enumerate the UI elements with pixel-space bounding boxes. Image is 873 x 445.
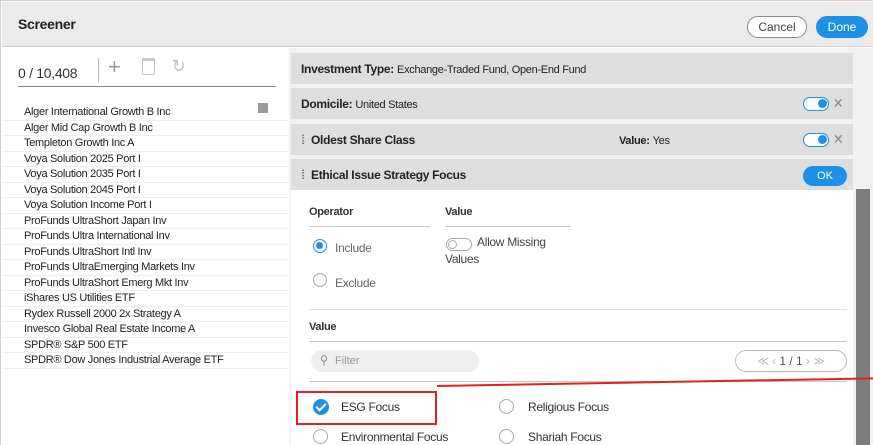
environmental-focus-label[interactable]: Environmental Focus — [341, 430, 448, 444]
oldest-share-class-label: Oldest Share Class — [311, 133, 415, 147]
list-item[interactable]: iShares US Utilities ETF — [2, 291, 288, 307]
list-item[interactable]: SPDR® Dow Jones Industrial Average ETF — [2, 353, 288, 369]
value-underline — [445, 226, 571, 227]
religious-focus-checkbox[interactable] — [499, 399, 514, 414]
close-icon[interactable]: ✕ — [833, 132, 844, 146]
toolbar-underline — [18, 86, 276, 87]
exclude-label[interactable]: Exclude — [335, 276, 376, 290]
result-count: 0 / 10,408 — [18, 65, 78, 81]
trash-icon[interactable] — [142, 58, 155, 75]
operator-underline — [309, 226, 430, 227]
add-icon[interactable]: + — [108, 56, 121, 78]
criterion-investment-type[interactable]: Investment Type: Exchange-Traded Fund, O… — [291, 53, 853, 84]
investment-type-label: Investment Type: — [301, 62, 394, 76]
domicile-label: Domicile: — [301, 97, 353, 111]
criterion-label: Domicile: United States — [301, 97, 418, 111]
list-item[interactable]: Templeton Growth Inc A — [2, 136, 288, 152]
operator-heading: Operator — [309, 206, 354, 218]
screener-window: Screener Cancel Done 0 / 10,408 + ↻ Alge… — [0, 0, 873, 445]
criterion-label: Investment Type: Exchange-Traded Fund, O… — [301, 62, 586, 76]
filter-input[interactable]: ⚲ Filter — [311, 350, 479, 372]
environmental-focus-checkbox[interactable] — [313, 429, 328, 444]
search-icon: ⚲ — [320, 353, 328, 367]
religious-focus-label[interactable]: Religious Focus — [528, 400, 609, 414]
value-label: Value: — [619, 135, 650, 147]
include-label[interactable]: Include — [335, 241, 372, 255]
pagination-control[interactable]: ≪ ‹ 1 / 1 › ≫ — [735, 350, 847, 372]
list-item[interactable]: Alger Mid Cap Growth B Inc — [2, 121, 288, 136]
value-text: Yes — [652, 135, 670, 147]
shariah-focus-checkbox[interactable] — [499, 429, 514, 444]
criteria-panel: Investment Type: Exchange-Traded Fund, O… — [289, 48, 873, 445]
criterion-label: Oldest Share Class — [311, 133, 415, 147]
allow-missing-values-label: Values — [445, 252, 480, 266]
toggle-knob — [818, 99, 827, 108]
list-item[interactable]: Invesco Global Real Estate Income A — [2, 322, 288, 338]
refresh-icon[interactable]: ↻ — [172, 56, 186, 76]
filter-placeholder: Filter — [335, 355, 360, 367]
page-title: Screener — [18, 16, 76, 32]
list-item[interactable]: Voya Solution 2025 Port I — [2, 152, 288, 167]
oldest-share-class-value: Value: Yes — [619, 133, 670, 147]
criterion-oldest-share-class[interactable]: ⁞⁞ Oldest Share Class Value: Yes ✕ — [291, 124, 853, 155]
drag-handle-icon[interactable]: ⁞⁞ — [301, 167, 306, 182]
shariah-focus-label[interactable]: Shariah Focus — [528, 430, 602, 444]
include-radio[interactable] — [313, 239, 327, 253]
pager-prev[interactable]: ≪ ‹ — [757, 354, 776, 368]
highlight-box — [296, 391, 437, 425]
screener-header: Screener Cancel Done — [2, 2, 873, 47]
done-button[interactable]: Done — [816, 16, 868, 38]
list-item[interactable]: SPDR® S&P 500 ETF — [2, 338, 288, 353]
close-icon[interactable]: ✕ — [833, 96, 844, 110]
allow-missing-label: Allow Missing — [477, 235, 546, 249]
list-item[interactable]: Voya Solution 2035 Port I — [2, 167, 288, 183]
cancel-button[interactable]: Cancel — [747, 16, 807, 38]
domicile-value: United States — [355, 99, 418, 111]
pager-next[interactable]: › ≫ — [806, 354, 825, 368]
ethical-focus-label: Ethical Issue Strategy Focus — [311, 168, 466, 182]
pager-page: 1 / 1 — [779, 354, 803, 368]
toolbar-divider — [98, 58, 99, 82]
value-section-underline — [309, 341, 847, 342]
domicile-toggle[interactable] — [803, 97, 829, 111]
criteria-scrollbar-thumb[interactable] — [856, 189, 870, 445]
list-item[interactable]: ProFunds UltraShort Japan Inv — [2, 214, 288, 229]
list-item[interactable]: Voya Solution 2045 Port I — [2, 183, 288, 198]
allow-missing-toggle[interactable] — [446, 238, 472, 251]
ok-button[interactable]: OK — [803, 166, 847, 186]
exclude-radio[interactable] — [313, 273, 327, 287]
criterion-label: Ethical Issue Strategy Focus — [311, 168, 466, 182]
list-item[interactable]: Alger International Growth B Inc — [2, 105, 288, 121]
value-heading: Value — [445, 206, 473, 218]
list-item[interactable]: ProFunds UltraShort Emerg Mkt Inv — [2, 276, 288, 291]
value-section-heading: Value — [309, 321, 337, 333]
list-item[interactable]: Rydex Russell 2000 2x Strategy A — [2, 307, 288, 322]
list-item[interactable]: ProFunds UltraEmerging Markets Inv — [2, 260, 288, 276]
criterion-ethical-focus-header[interactable]: ⁞⁞ Ethical Issue Strategy Focus OK — [291, 159, 853, 190]
results-panel: 0 / 10,408 + ↻ Alger International Growt… — [2, 48, 288, 445]
section-divider — [309, 309, 847, 310]
list-item[interactable]: Voya Solution Income Port I — [2, 198, 288, 214]
list-item[interactable]: ProFunds UltraShort Intl Inv — [2, 245, 288, 260]
fund-list: Alger International Growth B Inc Alger Mi… — [2, 105, 288, 369]
oldest-share-class-toggle[interactable] — [803, 133, 829, 147]
toggle-knob — [448, 240, 457, 249]
drag-handle-icon[interactable]: ⁞⁞ — [301, 132, 306, 147]
investment-type-value: Exchange-Traded Fund, Open-End Fund — [397, 64, 587, 76]
criterion-domicile[interactable]: Domicile: United States ✕ — [291, 88, 853, 119]
toggle-knob — [818, 135, 827, 144]
list-item[interactable]: ProFunds Ultra International Inv — [2, 229, 288, 245]
